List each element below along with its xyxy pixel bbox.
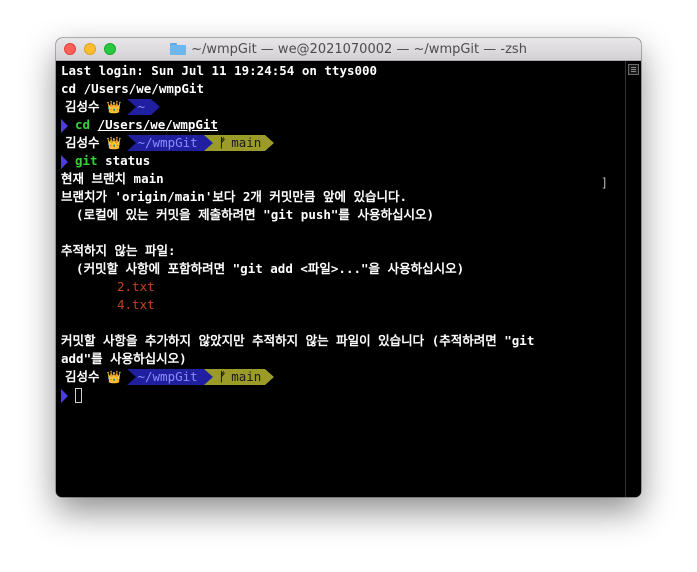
minimize-button[interactable] <box>84 43 96 55</box>
title-bar[interactable]: ~/wmpGit — we@2021070002 — ~/wmpGit — -z… <box>56 38 641 61</box>
cd-line: cd /Users/we/wmpGit <box>61 81 204 96</box>
command-word: cd <box>75 117 98 132</box>
prompt-path: ~ <box>137 99 145 114</box>
summary-line: 커밋할 사항을 추가하지 않았지만 추적하지 않는 파일이 있습니다 (추적하려… <box>61 333 535 348</box>
terminal-window: ~/wmpGit — we@2021070002 — ~/wmpGit — -z… <box>56 38 641 497</box>
command-args: status <box>97 153 151 168</box>
git-branch: main <box>231 135 262 150</box>
input-line[interactable] <box>61 386 82 404</box>
prompt-path-segment: ~/wmpGit <box>127 135 204 151</box>
branch-icon: ᚠ <box>218 135 227 150</box>
prompt-path-segment: ~ <box>127 99 151 115</box>
segment-arrow-icon <box>265 369 275 385</box>
prompt-path-segment: ~/wmpGit <box>127 369 204 385</box>
prompt-arrow-icon <box>61 118 68 133</box>
git-branch-segment: ᚠ main <box>212 135 266 151</box>
command-word: git <box>75 153 98 168</box>
untracked-file: 2.txt <box>117 279 155 294</box>
folder-icon <box>170 43 187 55</box>
status-ahead-line: 브랜치가 'origin/main'보다 2개 커밋만큼 앞에 있습니다. <box>61 189 408 204</box>
git-branch: main <box>231 369 262 384</box>
text-cursor[interactable] <box>75 388 82 403</box>
crown-icon: 👑 <box>106 136 122 150</box>
segment-arrow-icon <box>203 369 213 385</box>
segment-arrow-icon <box>151 99 160 115</box>
command-line-1: cd /Users/we/wmpGit <box>61 116 218 134</box>
scrollbar[interactable] <box>625 61 641 497</box>
segment-arrow-icon <box>203 135 213 151</box>
crown-icon: 👑 <box>106 100 122 114</box>
zoom-button[interactable] <box>104 43 116 55</box>
prompt-3: 김성수 👑 ~/wmpGit ᚠ main <box>61 368 275 386</box>
summary-line-continued: add"를 사용하십시오) <box>61 351 187 366</box>
last-login-line: Last login: Sun Jul 11 19:24:54 on ttys0… <box>61 63 378 78</box>
status-branch-line: 현재 브랜치 main <box>61 171 164 186</box>
terminal-output[interactable]: Last login: Sun Jul 11 19:24:54 on ttys0… <box>56 61 626 497</box>
prompt-user: 김성수 <box>65 99 100 114</box>
command-line-2: git status <box>61 152 150 170</box>
prompt-arrow-icon <box>61 388 68 403</box>
prompt-user: 김성수 <box>65 369 100 384</box>
scroll-menu-icon[interactable] <box>628 64 639 75</box>
selection-bracket-icon: ] <box>600 176 608 190</box>
untracked-header: 추적하지 않는 파일: <box>61 243 176 258</box>
prompt-path: ~/wmpGit <box>137 135 198 150</box>
traffic-lights <box>64 43 116 55</box>
crown-icon: 👑 <box>106 370 122 384</box>
command-path: /Users/we/wmpGit <box>97 117 218 132</box>
prompt-arrow-icon <box>61 154 68 169</box>
close-button[interactable] <box>64 43 76 55</box>
untracked-file: 4.txt <box>117 297 155 312</box>
branch-icon: ᚠ <box>218 369 227 384</box>
window-title: ~/wmpGit — we@2021070002 — ~/wmpGit — -z… <box>191 41 527 57</box>
status-push-hint: (로컬에 있는 커밋을 제출하려면 "git push"를 사용하십시오) <box>61 207 434 222</box>
prompt-path: ~/wmpGit <box>137 369 198 384</box>
window-title-group: ~/wmpGit — we@2021070002 — ~/wmpGit — -z… <box>170 42 527 57</box>
prompt-1: 김성수 👑 ~ <box>61 98 160 116</box>
prompt-2: 김성수 👑 ~/wmpGit ᚠ main <box>61 134 275 152</box>
prompt-user: 김성수 <box>65 135 100 150</box>
untracked-hint: (커밋할 사항에 포함하려면 "git add <파일>..."을 사용하십시오… <box>61 261 465 276</box>
git-branch-segment: ᚠ main <box>212 369 266 385</box>
segment-arrow-icon <box>265 135 275 151</box>
